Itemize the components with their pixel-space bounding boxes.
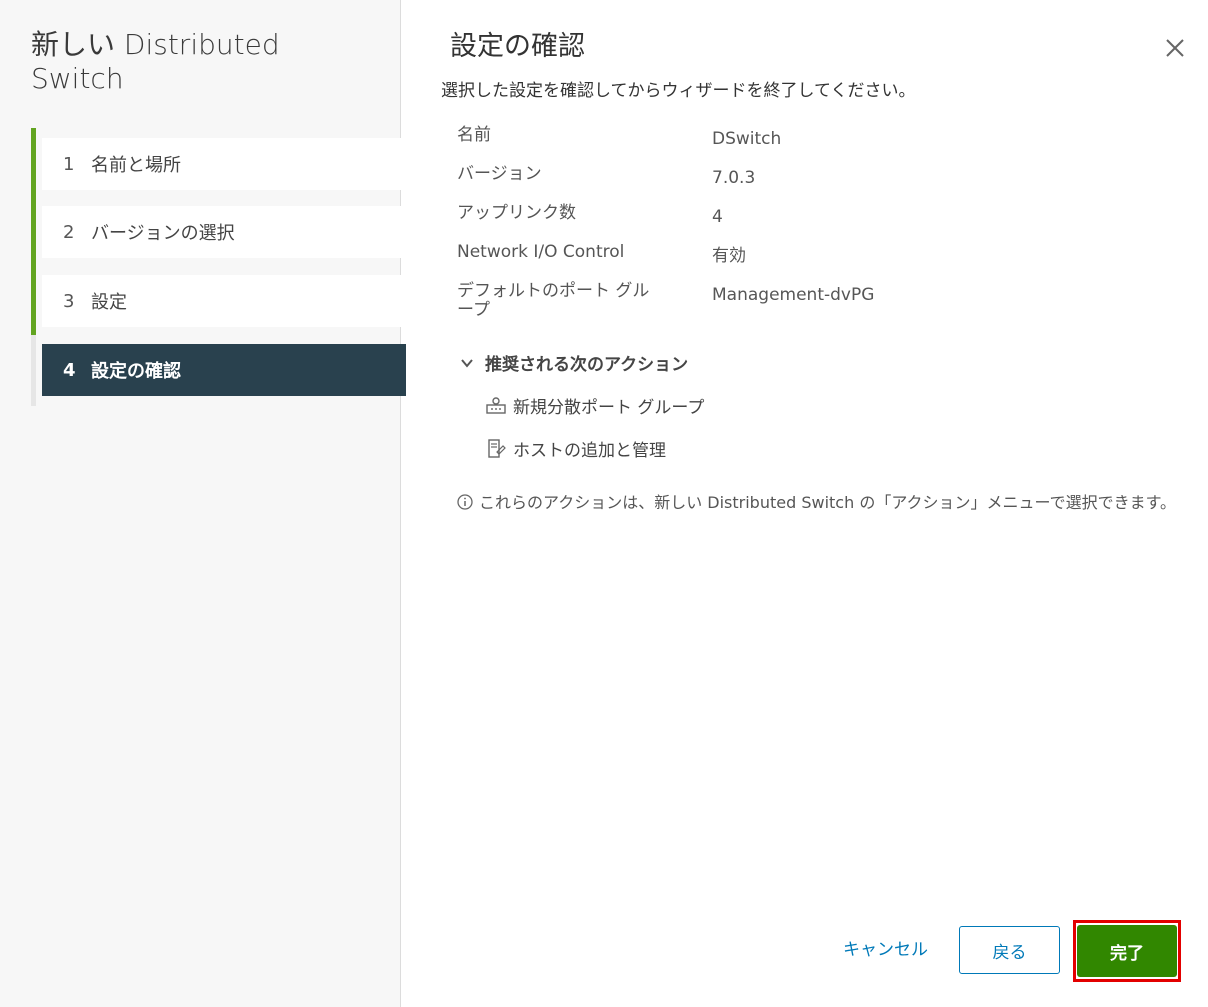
summary-row-uplinks: アップリンク数 4 <box>457 204 1157 230</box>
page-subtitle: 選択した設定を確認してからウィザードを終了してください。 <box>441 81 916 101</box>
cancel-button[interactable]: キャンセル <box>837 934 934 961</box>
step-label: 設定の確認 <box>91 361 181 382</box>
port-group-icon <box>486 396 506 414</box>
wizard-footer: キャンセル 戻る 完了 <box>401 920 1208 982</box>
step-label: 設定 <box>91 292 127 313</box>
step-label: バージョンの選択 <box>91 223 235 244</box>
settings-summary: 名前 DSwitch バージョン 7.0.3 アップリンク数 4 Network… <box>457 126 1157 335</box>
wizard-main: 設定の確認 選択した設定を確認してからウィザードを終了してください。 名前 DS… <box>401 0 1208 1007</box>
wizard-steps: 1 名前と場所 2 バージョンの選択 3 設定 4 設定の確認 <box>31 128 406 406</box>
summary-value: DSwitch <box>712 129 782 149</box>
step-name-location[interactable]: 1 名前と場所 <box>42 138 406 190</box>
step-version-select[interactable]: 2 バージョンの選択 <box>42 206 406 258</box>
action-label: ホストの追加と管理 <box>513 441 666 461</box>
summary-label: Network I/O Control <box>457 242 625 262</box>
back-button[interactable]: 戻る <box>959 926 1060 974</box>
page-title: 設定の確認 <box>450 31 585 62</box>
info-note-text: これらのアクションは、新しい Distributed Switch の「アクショ… <box>479 493 1176 512</box>
next-actions-toggle[interactable]: 推奨される次のアクション <box>459 350 704 375</box>
wizard-sidebar: 新しい Distributed Switch 1 名前と場所 2 バージョンの選… <box>0 0 406 1007</box>
summary-value: 有効 <box>712 246 746 266</box>
summary-row-name: 名前 DSwitch <box>457 126 1157 152</box>
step-number: 3 <box>63 290 75 312</box>
summary-value: 7.0.3 <box>712 168 756 188</box>
summary-row-default-portgroup: デフォルトのポート グループ Management-dvPG <box>457 282 1157 322</box>
next-actions-section: 推奨される次のアクション 新規分散ポート グループ ホストの追加と管理 <box>459 350 704 461</box>
summary-label: バージョン <box>457 164 542 184</box>
summary-row-nioc: Network I/O Control 有効 <box>457 243 1157 269</box>
step-settings[interactable]: 3 設定 <box>42 275 406 327</box>
wizard-title: 新しい Distributed Switch <box>31 28 280 95</box>
action-label: 新規分散ポート グループ <box>513 398 705 418</box>
step-number: 2 <box>63 221 75 243</box>
chevron-down-icon <box>461 358 473 368</box>
info-note: これらのアクションは、新しい Distributed Switch の「アクショ… <box>457 492 1193 513</box>
host-manage-icon <box>488 438 506 458</box>
info-icon <box>457 494 473 510</box>
step-number: 4 <box>63 359 76 381</box>
wizard-dialog: 新しい Distributed Switch 1 名前と場所 2 バージョンの選… <box>0 0 1208 1007</box>
add-manage-hosts-action[interactable]: ホストの追加と管理 <box>485 436 704 461</box>
summary-label: デフォルトのポート グループ <box>457 281 650 320</box>
summary-label: 名前 <box>457 125 491 145</box>
summary-row-version: バージョン 7.0.3 <box>457 165 1157 191</box>
summary-value: 4 <box>712 207 723 227</box>
step-number: 1 <box>63 153 75 175</box>
step-review-settings[interactable]: 4 設定の確認 <box>42 344 406 396</box>
next-actions-header: 推奨される次のアクション <box>485 355 689 375</box>
new-port-group-action[interactable]: 新規分散ポート グループ <box>485 393 704 418</box>
summary-label: アップリンク数 <box>457 203 576 223</box>
step-label: 名前と場所 <box>91 155 181 176</box>
close-icon[interactable] <box>1161 34 1189 62</box>
finish-button[interactable]: 完了 <box>1077 925 1177 977</box>
summary-value: Management-dvPG <box>712 285 875 305</box>
progress-rail <box>31 128 36 335</box>
